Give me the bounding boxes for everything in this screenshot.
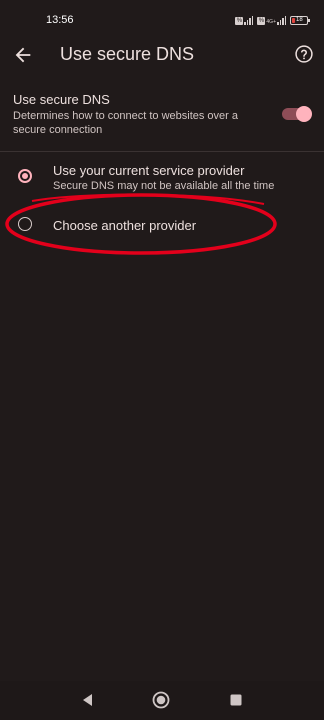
sim2-signal-icon: % 4G+ [257, 15, 286, 25]
network-type-label: 4G+ [266, 18, 276, 25]
option-current-provider[interactable]: Use your current service provider Secure… [0, 160, 324, 196]
radio-selected-icon[interactable] [18, 169, 32, 183]
secure-dns-title: Use secure DNS [13, 92, 110, 107]
home-circle-icon[interactable] [152, 691, 170, 709]
secure-dns-switch[interactable] [282, 106, 312, 122]
option-another-provider[interactable]: Choose another provider [0, 212, 324, 238]
secure-dns-description: Determines how to connect to websites ov… [13, 110, 239, 136]
top-app-bar: Use secure DNS [0, 40, 324, 70]
option-label: Use your current service provider [53, 163, 245, 178]
page-title: Use secure DNS [60, 44, 195, 64]
system-navigation-bar [0, 681, 324, 720]
secure-dns-settings-screen: 13:56 % % 4G+ 18 Use secure DNS Use secu… [0, 0, 324, 720]
battery-icon: 18 [290, 15, 310, 25]
switch-thumb [296, 106, 312, 122]
status-icons: % % 4G+ 18 [235, 15, 310, 25]
back-triangle-icon[interactable] [79, 691, 97, 709]
sim1-signal-icon: % [235, 15, 254, 25]
status-bar: 13:56 % % 4G+ 18 [0, 0, 324, 40]
recents-square-icon[interactable] [227, 691, 245, 709]
help-circle-icon[interactable] [294, 44, 314, 64]
secure-dns-toggle-row[interactable]: Use secure DNS Determines how to connect… [0, 90, 324, 148]
arrow-back-icon[interactable] [12, 44, 34, 66]
option-label: Choose another provider [53, 218, 197, 233]
option-sublabel: Secure DNS may not be available all the … [53, 180, 275, 192]
battery-level: 18 [296, 17, 303, 23]
status-time: 13:56 [46, 14, 74, 26]
divider [0, 151, 324, 152]
radio-unselected-icon[interactable] [18, 217, 32, 231]
